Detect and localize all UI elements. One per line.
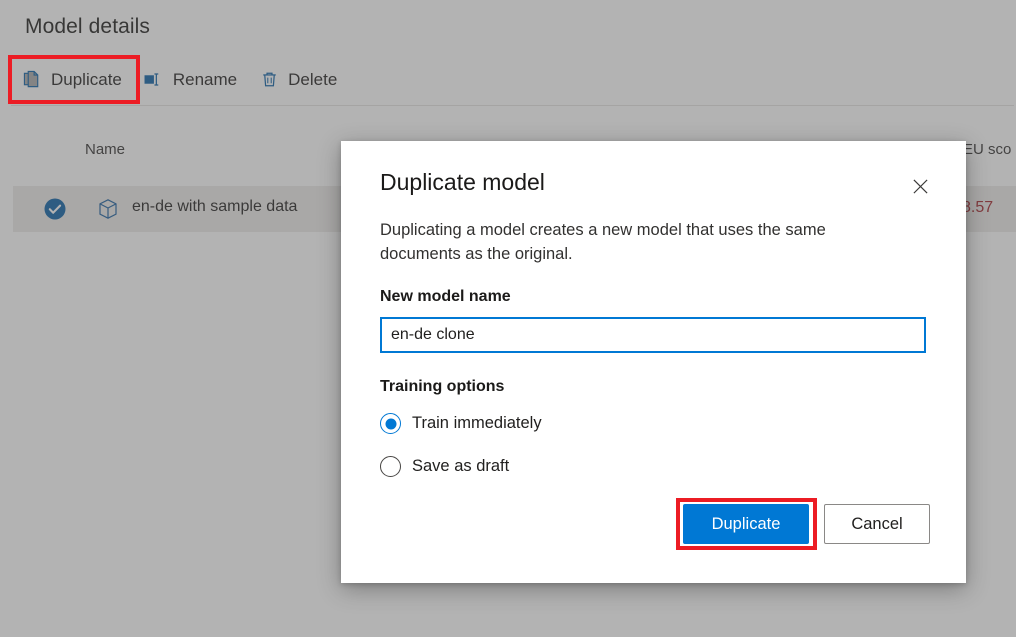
new-model-name-input[interactable] [380,317,926,353]
dialog-title: Duplicate model [380,169,545,196]
new-model-name-label: New model name [380,288,511,306]
duplicate-button[interactable]: Duplicate [683,504,809,544]
radio-save-as-draft[interactable]: Save as draft [380,456,509,477]
training-options-label: Training options [380,378,504,396]
close-icon[interactable] [904,170,936,202]
dialog-actions: Duplicate Cancel [683,504,930,544]
radio-train-immediately-label: Train immediately [412,414,542,433]
radio-selected-icon [380,413,401,434]
radio-unselected-icon [380,456,401,477]
radio-save-as-draft-label: Save as draft [412,457,509,476]
radio-train-immediately[interactable]: Train immediately [380,413,542,434]
cancel-button[interactable]: Cancel [824,504,930,544]
dialog-description: Duplicating a model creates a new model … [380,219,880,267]
